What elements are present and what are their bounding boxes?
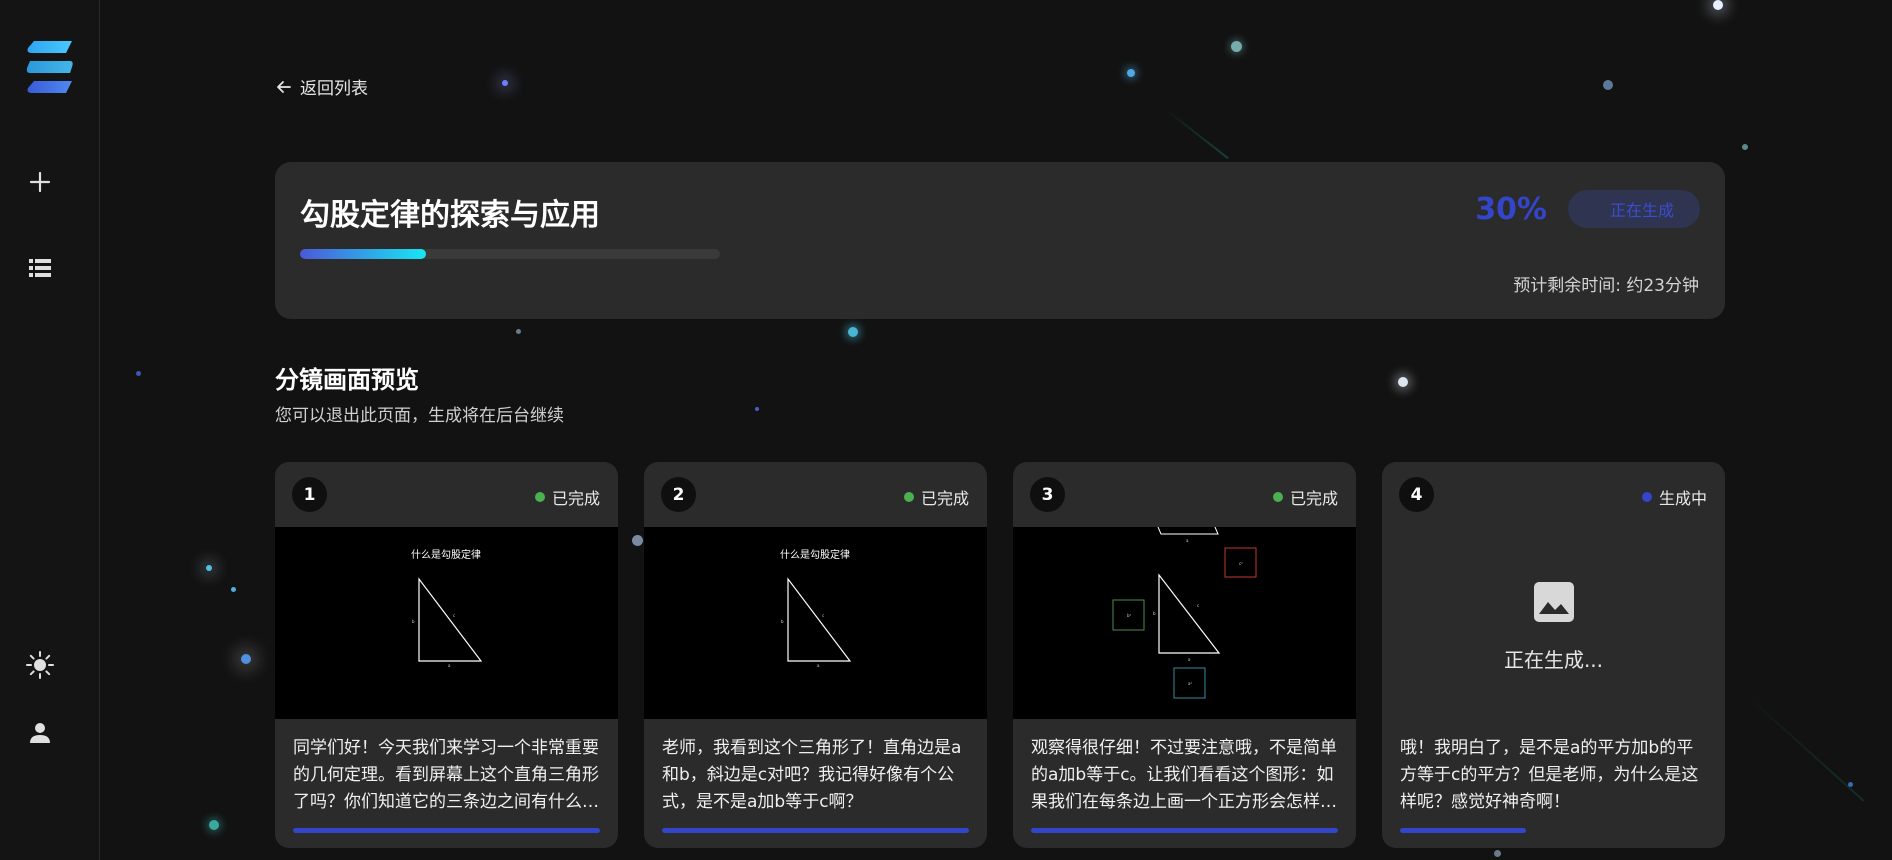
svg-text:a²: a² <box>1188 681 1192 686</box>
status-dot <box>1272 492 1283 502</box>
scene-narration: 观察得很仔细！不过要注意哦，不是简单的a加b等于c。让我们看看这个图形：如果我们… <box>1031 738 1337 812</box>
scene-progress-bar <box>1031 828 1338 833</box>
svg-text:b: b <box>781 619 784 624</box>
sidebar <box>0 0 100 860</box>
progress-bar-fill <box>300 249 426 259</box>
scene-progress-fill <box>662 828 969 833</box>
right-triangle <box>787 577 852 662</box>
scene-status-label: 生成中 <box>1658 489 1707 508</box>
project-list-button[interactable] <box>22 250 58 286</box>
status-dot <box>1641 492 1652 502</box>
frame-title: 什么是勾股定律 <box>780 548 850 561</box>
generation-progress-card: 勾股定律的探索与应用 30% 正在生成 预计剩余时间: 约23分钟 <box>275 162 1725 319</box>
svg-text:b: b <box>412 619 415 624</box>
status-badge: 正在生成 <box>1568 190 1700 228</box>
scene-status-label: 已完成 <box>1289 489 1338 508</box>
svg-text:b²: b² <box>1127 613 1132 618</box>
scene-progress-bar <box>1400 828 1707 833</box>
image-icon <box>1534 582 1574 622</box>
scene-thumbnail-placeholder: 正在生成... <box>1382 527 1725 719</box>
progress-bar <box>300 249 720 259</box>
scene-thumbnail[interactable]: a c² b² b c a a² <box>1013 526 1356 719</box>
app-logo[interactable] <box>26 40 74 94</box>
scene-card-4[interactable]: 4 生成中 正在生成... 哦！我明白了，是不是a的平方加b的平方等于c的平方？… <box>1382 462 1725 848</box>
list-icon <box>29 259 51 277</box>
scene-card-3[interactable]: 3 已完成 a c² b² b c a a² 观察得很仔细！不过要注意哦，不是简… <box>1013 462 1356 848</box>
scene-number: 4 <box>1399 477 1434 512</box>
back-link-label: 返回列表 <box>300 79 368 99</box>
scene-progress-fill <box>1031 828 1338 833</box>
status-dot <box>534 492 545 502</box>
frame-title: 什么是勾股定律 <box>411 548 481 561</box>
svg-text:a: a <box>1186 538 1189 543</box>
svg-text:a: a <box>817 663 820 668</box>
sun-icon <box>26 651 54 679</box>
scene-narration: 老师，我看到这个三角形了！直角边是a和b，斜边是c对吧？我记得好像有个公式，是不… <box>662 738 962 812</box>
right-triangle <box>418 577 483 662</box>
svg-text:c: c <box>822 613 824 618</box>
right-triangle <box>1158 573 1221 654</box>
svg-text:b: b <box>1153 611 1156 616</box>
svg-text:c²: c² <box>1239 561 1243 566</box>
scene-thumbnail[interactable]: 什么是勾股定律 b c a <box>275 527 618 719</box>
svg-text:a: a <box>448 663 451 668</box>
scene-status: 已完成 <box>903 485 969 509</box>
project-title: 勾股定律的探索与应用 <box>300 198 600 233</box>
scene-number: 1 <box>292 477 327 512</box>
scene-status-label: 已完成 <box>551 489 600 508</box>
status-dot <box>903 492 914 502</box>
scene-progress-bar <box>662 828 969 833</box>
arrow-left-icon <box>277 80 291 93</box>
new-project-button[interactable] <box>22 164 58 200</box>
scene-progress-bar <box>293 828 600 833</box>
scene-number: 2 <box>661 477 696 512</box>
back-to-list-link[interactable]: 返回列表 <box>276 74 368 99</box>
theme-toggle-button[interactable] <box>22 647 58 683</box>
user-profile-button[interactable] <box>22 715 58 751</box>
scene-card-2[interactable]: 2 已完成 什么是勾股定律 b c a 老师，我看到这个三角形了！直角边是a和b… <box>644 462 987 848</box>
app-root: 返回列表 勾股定律的探索与应用 30% 正在生成 预计剩余时间: 约23分钟 分… <box>0 0 1892 860</box>
storyboard-subtitle: 您可以退出此页面，生成将在后台继续 <box>275 406 564 426</box>
scene-progress-fill <box>293 828 600 833</box>
scene-status: 已完成 <box>534 485 600 509</box>
svg-text:a: a <box>1188 657 1191 662</box>
progress-percent: 30% <box>1475 192 1547 227</box>
scene-card-1[interactable]: 1 已完成 什么是勾股定律 b c a 同学们好！今天我们来学习一个非常重要的几… <box>275 462 618 848</box>
scene-number: 3 <box>1030 477 1065 512</box>
scene-narration: 哦！我明白了，是不是a的平方加b的平方等于c的平方？但是老师，为什么是这样呢？感… <box>1400 738 1699 812</box>
svg-text:c: c <box>453 613 455 618</box>
remaining-time: 预计剩余时间: 约23分钟 <box>1513 276 1699 296</box>
generating-label: 正在生成... <box>1503 648 1604 672</box>
scene-status-label: 已完成 <box>920 489 969 508</box>
scene-narration: 同学们好！今天我们来学习一个非常重要的几何定理。看到屏幕上这个直角三角形了吗？你… <box>293 738 599 812</box>
scene-status: 已完成 <box>1272 485 1338 509</box>
scene-thumbnail[interactable]: 什么是勾股定律 b c a <box>644 527 987 719</box>
scene-status: 生成中 <box>1641 485 1707 509</box>
plus-icon <box>29 171 51 193</box>
scene-progress-fill <box>1400 828 1526 833</box>
storyboard-title: 分镜画面预览 <box>275 366 419 394</box>
user-icon <box>30 723 50 743</box>
svg-text:c: c <box>1197 603 1199 608</box>
